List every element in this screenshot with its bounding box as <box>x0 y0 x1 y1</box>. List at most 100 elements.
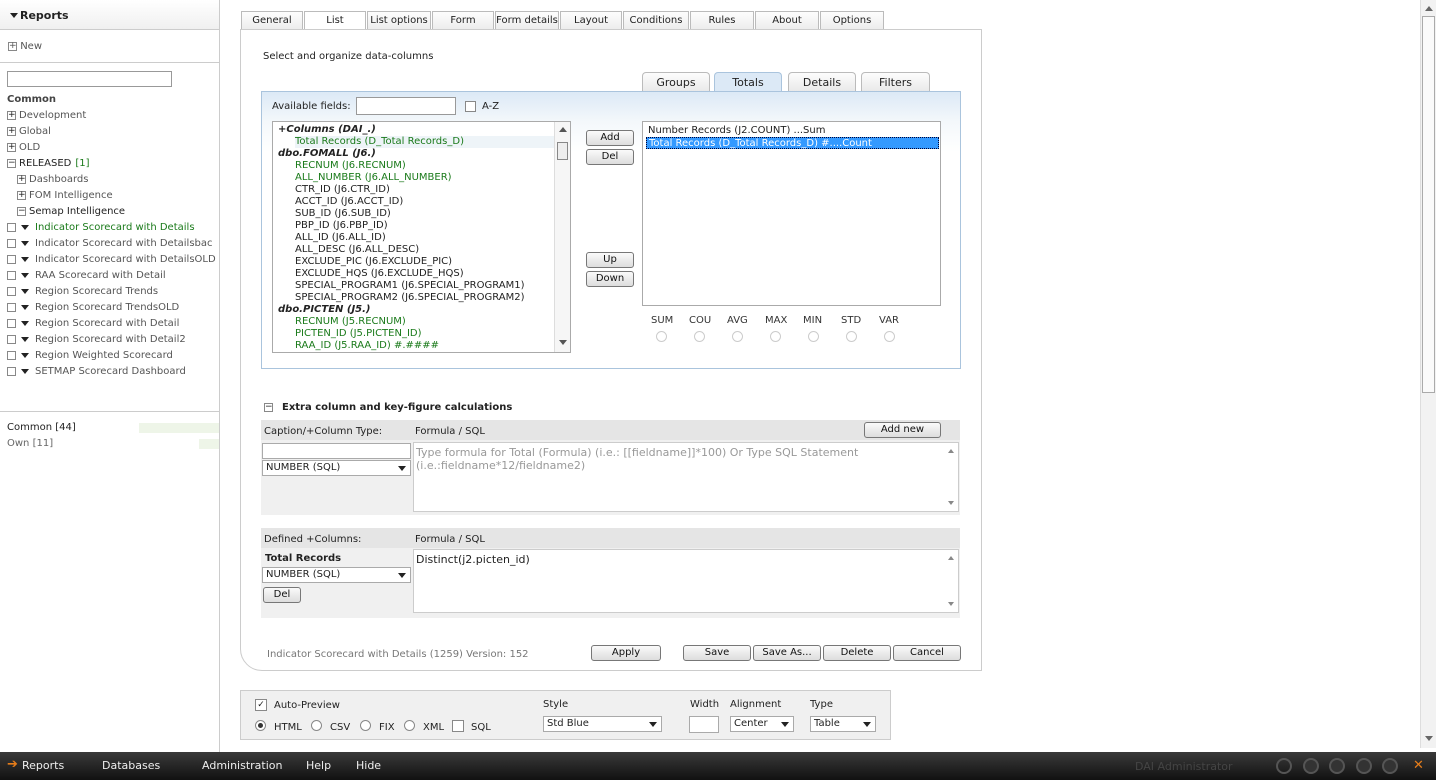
del-field-button[interactable]: Del <box>586 149 634 165</box>
add-new-button[interactable]: Add new <box>864 422 941 438</box>
cancel-button[interactable]: Cancel <box>893 645 961 661</box>
type-select[interactable]: Table <box>810 716 876 732</box>
tab-options[interactable]: Options <box>820 11 884 30</box>
taskbar-hide[interactable]: Hide <box>356 759 381 772</box>
field-item[interactable]: SPECIAL_PROGRAM1 (J6.SPECIAL_PROGRAM1) <box>295 280 525 292</box>
field-item[interactable]: SUB_ID (J6.SUB_ID) <box>295 208 391 220</box>
tree-item[interactable]: SETMAP Scorecard Dashboard <box>7 364 186 380</box>
defined-column-name[interactable]: Total Records <box>265 553 341 564</box>
tree-item[interactable]: Region Weighted Scorecard <box>7 348 173 364</box>
field-group[interactable]: dbo.PICTEN (J5.) <box>278 304 371 316</box>
field-item[interactable]: SPECIAL_PROGRAM2 (J6.SPECIAL_PROGRAM2) <box>295 292 525 304</box>
selected-field[interactable]: Total Records (D_Total Records_D) #....C… <box>646 137 939 149</box>
expand-icon[interactable]: + <box>7 142 16 152</box>
report-checkbox[interactable] <box>7 302 16 312</box>
tab-layout[interactable]: Layout <box>560 11 622 30</box>
close-icon[interactable]: ✕ <box>1413 758 1424 773</box>
common-count[interactable]: Common [44] <box>7 422 76 433</box>
defined-formula-textarea[interactable]: Distinct(j2.picten_id) <box>413 549 959 613</box>
format-radio-html[interactable] <box>255 720 266 731</box>
taskbar-circle-icon[interactable] <box>1356 758 1372 774</box>
tree-item[interactable]: + Global <box>7 124 51 140</box>
textarea-scroll-up-icon[interactable] <box>948 556 954 560</box>
sidebar-search-input[interactable] <box>7 71 172 87</box>
tab-form-details[interactable]: Form details <box>495 11 559 30</box>
defined-del-button[interactable]: Del <box>263 587 301 603</box>
alignment-select[interactable]: Center <box>730 716 794 732</box>
page-scroll-thumb[interactable] <box>1422 16 1435 393</box>
taskbar-circle-icon[interactable] <box>1329 758 1345 774</box>
aggregate-radio-min[interactable] <box>808 331 819 342</box>
taskbar-circle-icon[interactable] <box>1382 758 1398 774</box>
taskbar-circle-icon[interactable] <box>1303 758 1319 774</box>
tree-item[interactable]: − RELEASED [1] <box>7 156 90 172</box>
field-item[interactable]: EXCLUDE_PIC (J6.EXCLUDE_PIC) <box>295 256 452 268</box>
az-checkbox[interactable] <box>465 101 476 112</box>
field-item[interactable]: CTR_ID (J6.CTR_ID) <box>295 184 390 196</box>
report-checkbox[interactable] <box>7 366 16 376</box>
taskbar-help[interactable]: Help <box>306 759 331 772</box>
selected-fields-list[interactable]: Number Records (J2.COUNT) ...Sum Total Re… <box>642 121 941 306</box>
taskbar-databases[interactable]: Databases <box>102 759 160 772</box>
new-report-link[interactable]: + New <box>8 41 42 55</box>
tab-general[interactable]: General <box>241 11 303 30</box>
move-up-button[interactable]: Up <box>586 252 634 268</box>
tree-item[interactable]: Indicator Scorecard with DetailsOLD <box>7 252 216 268</box>
aggregate-radio-cou[interactable] <box>694 331 705 342</box>
aggregate-radio-var[interactable] <box>884 331 895 342</box>
format-radio-xml[interactable] <box>404 720 415 731</box>
formula-textarea[interactable]: Type formula for Total (Formula) (i.e.: … <box>413 442 959 512</box>
width-input[interactable] <box>689 716 719 733</box>
field-item[interactable]: ALL_NUMBER (J6.ALL_NUMBER) <box>295 172 452 184</box>
taskbar-administration[interactable]: Administration <box>202 759 283 772</box>
column-type-select[interactable]: NUMBER (SQL) <box>262 460 411 476</box>
tree-item[interactable]: + Development <box>7 108 86 124</box>
field-item[interactable]: RAA_ID (J5.RAA_ID) #.#### <box>295 340 439 352</box>
tree-item[interactable]: Region Scorecard Trends <box>7 284 158 300</box>
subtab-groups[interactable]: Groups <box>642 72 710 92</box>
subtab-totals[interactable]: Totals <box>714 72 782 93</box>
auto-preview-checkbox[interactable]: ✓ <box>255 699 267 711</box>
tree-item[interactable]: RAA Scorecard with Detail <box>7 268 166 284</box>
subtab-filters[interactable]: Filters <box>861 72 930 92</box>
apply-button[interactable]: Apply <box>591 645 661 661</box>
sidebar-header[interactable]: Reports <box>0 0 219 30</box>
format-radio-fix[interactable] <box>360 720 371 731</box>
field-group[interactable]: +Columns (DAI_.) <box>278 124 376 136</box>
tab-about[interactable]: About <box>755 11 819 30</box>
textarea-scroll-up-icon[interactable] <box>948 449 954 453</box>
field-item[interactable]: ALL_DESC (J6.ALL_DESC) <box>295 244 419 256</box>
move-down-button[interactable]: Down <box>586 271 634 287</box>
report-checkbox[interactable] <box>7 286 16 296</box>
scroll-up-icon[interactable] <box>559 127 567 132</box>
textarea-scroll-down-icon[interactable] <box>948 602 954 606</box>
taskbar-circle-icon[interactable] <box>1276 758 1292 774</box>
field-group[interactable]: dbo.FOMALL (J6.) <box>278 148 376 160</box>
field-item[interactable]: PBP_ID (J6.PBP_ID) <box>295 220 388 232</box>
tab-rules[interactable]: Rules <box>690 11 754 30</box>
sql-checkbox[interactable] <box>452 720 464 732</box>
report-checkbox[interactable] <box>7 254 16 264</box>
available-fields-list[interactable]: +Columns (DAI_.) Total Records (D_Total R… <box>272 121 571 353</box>
field-item[interactable]: RECNUM (J5.RECNUM) <box>295 316 406 328</box>
page-scroll-up-icon[interactable] <box>1425 6 1433 11</box>
own-count[interactable]: Own [11] <box>7 438 53 449</box>
tree-item[interactable]: Region Scorecard TrendsOLD <box>7 300 179 316</box>
expand-icon[interactable]: + <box>17 174 26 184</box>
aggregate-radio-std[interactable] <box>846 331 857 342</box>
style-select[interactable]: Std Blue <box>543 716 662 732</box>
scroll-down-icon[interactable] <box>559 340 567 345</box>
save-button[interactable]: Save <box>683 645 751 661</box>
defined-type-select[interactable]: NUMBER (SQL) <box>262 567 411 583</box>
field-item[interactable]: ACCT_ID (J6.ACCT_ID) <box>295 196 403 208</box>
tab-conditions[interactable]: Conditions <box>623 11 689 30</box>
tab-list[interactable]: List <box>304 11 366 31</box>
tree-item[interactable]: Region Scorecard with Detail <box>7 316 179 332</box>
tree-item[interactable]: Indicator Scorecard with Details <box>7 220 195 236</box>
taskbar-reports[interactable]: Reports <box>22 759 64 772</box>
field-item[interactable]: ALL_ID (J6.ALL_ID) <box>295 232 386 244</box>
collapse-icon[interactable]: − <box>7 158 16 168</box>
textarea-scroll-down-icon[interactable] <box>948 501 954 505</box>
page-scrollbar[interactable] <box>1420 0 1436 748</box>
report-checkbox[interactable] <box>7 334 16 344</box>
